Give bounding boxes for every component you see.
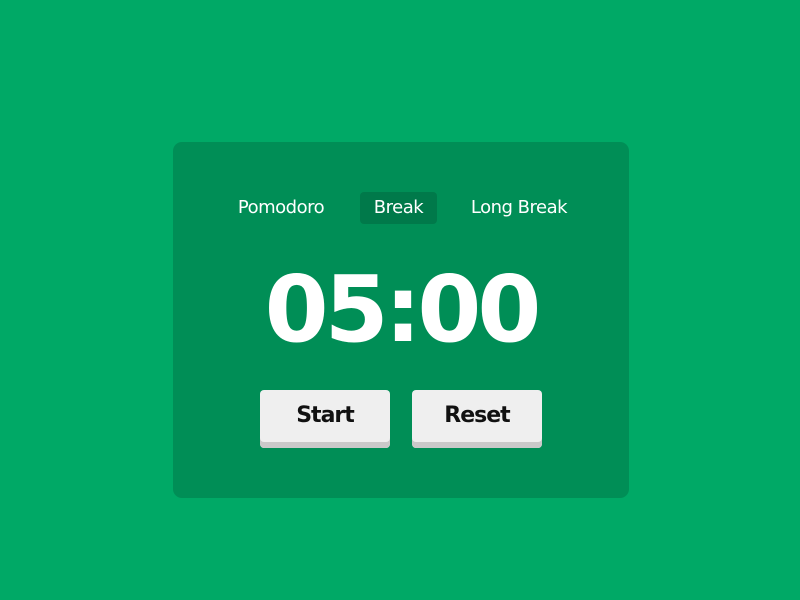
timer-display: 05:00 — [264, 256, 542, 363]
start-button[interactable]: Start — [260, 390, 390, 448]
tab-pomodoro[interactable]: Pomodoro — [225, 192, 337, 224]
timer-card: Pomodoro Break Long Break 05:00 Start Re… — [173, 142, 629, 498]
tab-break[interactable]: Break — [360, 192, 437, 224]
mode-tabs: Pomodoro Break Long Break — [173, 192, 629, 224]
reset-button[interactable]: Reset — [412, 390, 542, 448]
tab-long-break[interactable]: Long Break — [463, 192, 575, 224]
